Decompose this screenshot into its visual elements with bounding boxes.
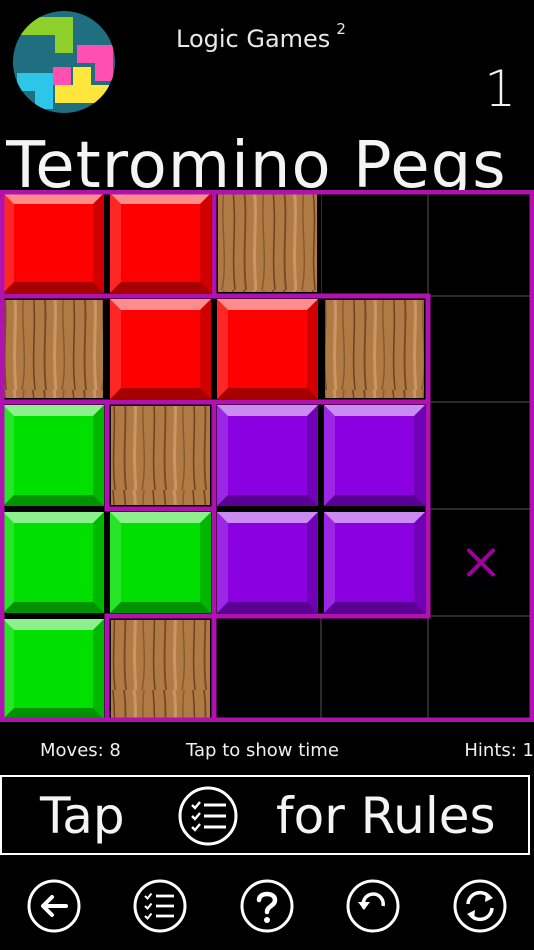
board-cell[interactable]: [324, 512, 425, 613]
wood-peg: [4, 300, 103, 398]
wood-peg: [111, 406, 210, 505]
board-cell[interactable]: [4, 300, 103, 398]
red-block[interactable]: [3, 193, 104, 293]
board-cell[interactable]: [3, 405, 104, 506]
game-board[interactable]: [0, 190, 534, 722]
undo-icon[interactable]: [345, 878, 401, 934]
purple-block[interactable]: [324, 512, 425, 613]
status-bar: Moves: 8 Tap to show time Hints: 1: [0, 740, 534, 766]
board-cell[interactable]: [110, 193, 211, 293]
board-cell[interactable]: [217, 405, 318, 506]
app-name: Logic Games 2: [176, 20, 346, 53]
rules-label-right: for Rules: [276, 787, 496, 845]
board-cell[interactable]: [428, 190, 534, 296]
board-cell[interactable]: [3, 193, 104, 293]
board-cell[interactable]: [428, 509, 534, 616]
board-cell[interactable]: [428, 296, 534, 402]
game-title: Tetromino Pegs: [6, 129, 507, 190]
purple-block[interactable]: [217, 405, 318, 506]
board-cell[interactable]: [110, 299, 211, 399]
hints-counter[interactable]: Hints: 1: [464, 740, 534, 761]
board-cell[interactable]: [214, 616, 321, 722]
board-cell[interactable]: [324, 405, 425, 506]
rules-label-left: Tap: [40, 787, 125, 845]
board-cell[interactable]: [3, 512, 104, 613]
board-cell[interactable]: [111, 406, 210, 505]
board-cell[interactable]: [3, 619, 104, 719]
wood-peg: [111, 620, 210, 718]
refresh-icon[interactable]: [452, 878, 508, 934]
red-block[interactable]: [110, 299, 211, 399]
board-cell[interactable]: [325, 300, 424, 398]
wood-peg: [218, 194, 317, 292]
green-block[interactable]: [3, 405, 104, 506]
board-cell[interactable]: [321, 616, 428, 722]
board-cell[interactable]: [217, 512, 318, 613]
timer-toggle[interactable]: Tap to show time: [186, 740, 339, 761]
board-cell[interactable]: [217, 299, 318, 399]
moves-counter: Moves: 8: [40, 740, 121, 761]
level-number: 1: [484, 60, 516, 118]
board-cell[interactable]: [428, 402, 534, 509]
bottom-toolbar: [0, 876, 534, 936]
board-cell[interactable]: [111, 620, 210, 718]
purple-block[interactable]: [217, 512, 318, 613]
app-logo: [13, 11, 115, 113]
green-block[interactable]: [3, 512, 104, 613]
board-cell[interactable]: [428, 616, 534, 722]
red-block[interactable]: [110, 193, 211, 293]
board-cell[interactable]: [110, 512, 211, 613]
board-cell[interactable]: [218, 194, 317, 292]
red-block[interactable]: [217, 299, 318, 399]
board-cell[interactable]: [321, 190, 428, 296]
purple-block[interactable]: [324, 405, 425, 506]
rules-list-icon: [178, 786, 238, 846]
rules-button[interactable]: Tap for Rules: [0, 775, 530, 855]
help-icon[interactable]: [239, 878, 295, 934]
back-icon[interactable]: [26, 878, 82, 934]
green-block[interactable]: [110, 512, 211, 613]
green-block[interactable]: [3, 619, 104, 719]
list-icon[interactable]: [132, 878, 188, 934]
wood-peg: [325, 300, 424, 398]
